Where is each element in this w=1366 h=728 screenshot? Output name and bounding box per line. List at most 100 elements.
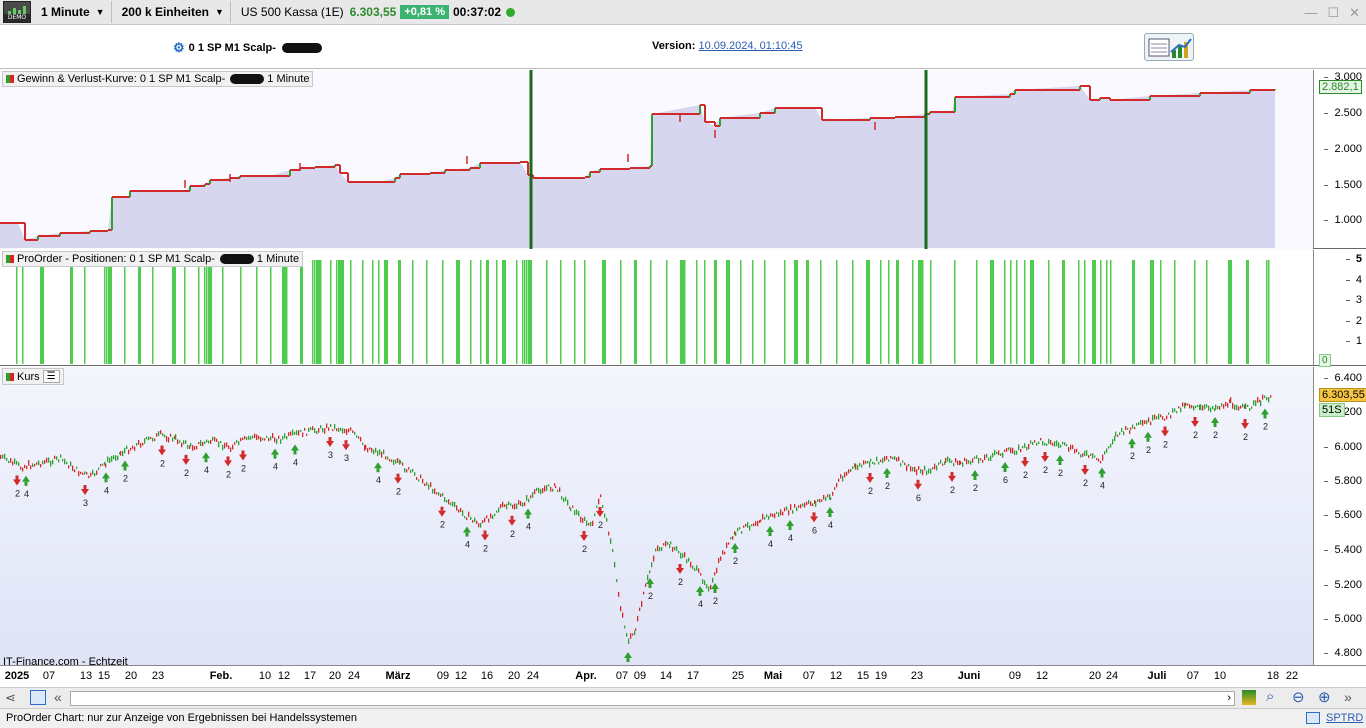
zoom-fit-icon[interactable]: ⌕ [1266,688,1274,705]
price-candle [320,425,322,429]
sell-arrow-stem [678,564,682,568]
time-axis-label: 25 [731,670,745,682]
price-candle [774,513,776,519]
price-candle [194,446,196,450]
position-bar [1206,260,1208,364]
price-candle [216,438,218,442]
price-candle [604,513,606,518]
price-candle [78,470,80,477]
share-icon[interactable]: ⋖ [5,690,16,706]
price-candle [651,562,653,568]
price-candle [1062,441,1064,445]
price-candle [962,462,964,467]
price-candle [1178,406,1180,409]
price-candle [504,504,506,508]
y-tick: 3 [1345,294,1362,306]
units-dropdown[interactable]: 200 k Einheiten ▼ [116,1,231,23]
price-candle [1215,404,1217,410]
price-candle [737,527,739,532]
price-panel[interactable]: 2434222422443342242242222422446422622622… [0,367,1366,668]
zoom-in-icon[interactable]: ⊕ [1318,688,1331,706]
equity-y-axis[interactable]: 3.000 2.500 2.000 1.500 1.000 [1313,70,1366,248]
buy-arrow-stem [273,454,277,459]
time-axis-label: 23 [910,670,924,682]
price-candle [1086,450,1088,456]
trade-size-label: 2 [598,520,603,530]
price-candle [324,428,326,434]
position-bar [684,260,686,364]
strategy-name[interactable]: ⚙ 0 1 SP M1 Scalp- [173,40,322,56]
price-candle [30,465,32,470]
time-axis-label: 20 [328,670,342,682]
price-candle [158,431,160,437]
price-candle [450,502,452,506]
price-candle [72,465,74,472]
price-candle [298,430,300,436]
equity-panel-title[interactable]: Gewinn & Verlust-Kurve: 0 1 SP M1 Scalp-… [2,71,314,87]
price-panel-title[interactable]: Kurs ☰ [2,368,64,385]
close-button[interactable]: ✕ [1349,5,1360,21]
zoom-out-icon[interactable]: ⊖ [1292,688,1305,706]
price-candle [150,436,152,440]
trade-size-label: 2 [973,483,978,493]
time-axis[interactable]: 2025 07 13 15 20 23 Feb. 10 12 17 20 24 März 09 12 16 20… [0,665,1366,687]
price-candle [1114,435,1116,442]
units-label: 200 k Einheiten [121,5,209,19]
window-icon[interactable] [30,690,46,705]
scroll-right-icon[interactable]: › [1227,692,1231,704]
price-candle [162,433,164,437]
price-candle [561,496,563,500]
price-candle [982,459,984,463]
price-candle [1119,432,1121,435]
price-candle [1072,444,1074,450]
minimize-button[interactable]: — [1304,5,1317,21]
price-candle [936,465,938,471]
positions-current-value: 0 [1319,354,1331,367]
position-bar [634,260,637,364]
price-candle [508,501,510,506]
maximize-button[interactable]: ☐ [1327,5,1339,21]
price-candle [140,443,142,448]
price-candle [448,499,450,505]
app-logo: DEMO [3,1,31,23]
price-candle [476,520,478,524]
price-candle [426,482,428,486]
list-icon[interactable]: ☰ [42,370,60,383]
price-candle [164,434,166,438]
version-link[interactable]: 10.09.2024, 01:10:45 [698,40,802,52]
price-candle [474,517,476,523]
price-candle [1160,414,1162,418]
trade-size-label: 2 [184,468,189,478]
time-axis-label: 24 [347,670,361,682]
index-link[interactable]: SPTRD [1326,712,1363,724]
positions-panel[interactable]: ProOrder - Positionen: 0 1 SP M1 Scalp- … [0,250,1366,367]
price-candle [602,504,604,509]
link-icon[interactable] [1306,712,1320,724]
horizontal-scrollbar[interactable]: › [70,691,1235,706]
price-candle [146,436,148,440]
price-candle [1026,446,1028,451]
price-candle [859,462,861,467]
sell-arrow-stem [184,454,188,459]
scroll-right-fast-icon[interactable]: » [1344,689,1352,705]
price-candle [825,496,827,501]
chart-type-icon[interactable] [1242,690,1256,705]
buy-arrow-stem [648,584,652,588]
price-candle [608,531,610,536]
positions-panel-title[interactable]: ProOrder - Positionen: 0 1 SP M1 Scalp- … [2,251,304,267]
time-axis-label: 24 [526,670,540,682]
report-chart-icon[interactable] [1144,33,1194,61]
time-axis-label: Mai [763,670,783,682]
timeframe-dropdown[interactable]: 1 Minute ▼ [35,1,112,23]
price-candle [966,459,968,465]
positions-y-axis[interactable]: 5 4 3 2 1 [1313,250,1366,365]
price-candle [641,600,643,607]
price-candle [80,471,82,475]
price-candle [70,461,72,467]
price-candle [354,431,356,435]
price-candle [530,495,532,499]
price-candle [252,435,254,439]
equity-curve-panel[interactable]: Gewinn & Verlust-Kurve: 0 1 SP M1 Scalp-… [0,70,1366,249]
trade-size-label: 2 [733,556,738,566]
scroll-left-fast-icon[interactable]: « [54,689,62,705]
